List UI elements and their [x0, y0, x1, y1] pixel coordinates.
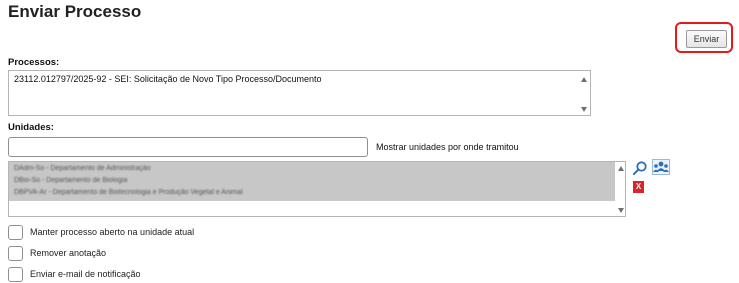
- remove-annotation-label: Remover anotação: [30, 248, 107, 258]
- processo-item[interactable]: 23112.012797/2025-92 - SEI: Solicitação …: [14, 74, 322, 84]
- send-button[interactable]: Enviar: [686, 30, 727, 48]
- processos-list[interactable]: 23112.012797/2025-92 - SEI: Solicitação …: [8, 70, 591, 116]
- scroll-up-icon[interactable]: [618, 166, 624, 171]
- unidades-search-input[interactable]: [8, 137, 368, 157]
- unit-item[interactable]: DBPVA-Ar - Departamento de Biotecnologia…: [14, 189, 243, 196]
- unit-item[interactable]: DBio-So - Departamento de Biologia: [14, 177, 127, 184]
- show-units-link[interactable]: Mostrar unidades por onde tramitou: [376, 142, 519, 152]
- scroll-up-icon[interactable]: [581, 77, 587, 82]
- remove-annotation-checkbox[interactable]: [8, 246, 23, 261]
- unidades-list[interactable]: DAdm-So - Departamento de Administração …: [8, 161, 626, 217]
- processos-label: Processos:: [8, 57, 60, 68]
- keep-open-label: Manter processo aberto na unidade atual: [30, 227, 195, 237]
- email-notification-checkbox[interactable]: [8, 267, 23, 282]
- group-icon[interactable]: [652, 159, 670, 175]
- scroll-down-icon[interactable]: [618, 208, 624, 213]
- email-notification-label: Enviar e-mail de notificação: [30, 269, 141, 279]
- remove-icon[interactable]: X: [633, 181, 644, 193]
- keep-open-checkbox[interactable]: [8, 225, 23, 240]
- search-icon[interactable]: [632, 160, 648, 176]
- page-title: Enviar Processo: [8, 2, 142, 21]
- unidades-label: Unidades:: [8, 122, 54, 133]
- unit-item[interactable]: DAdm-So - Departamento de Administração: [14, 165, 151, 172]
- scroll-down-icon[interactable]: [581, 107, 587, 112]
